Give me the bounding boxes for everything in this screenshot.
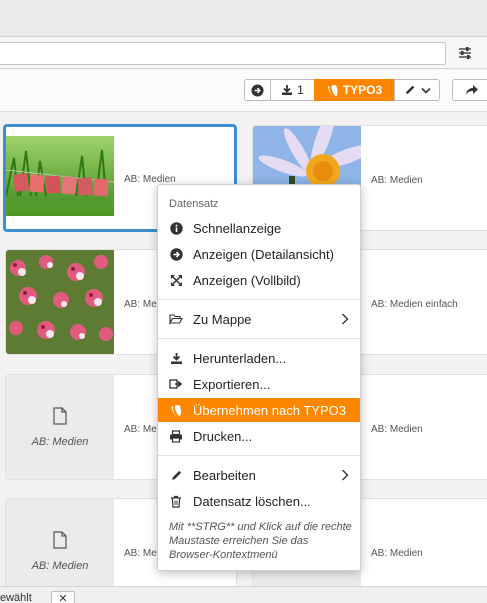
chevron-right-icon [340, 468, 350, 482]
file-icon [53, 530, 67, 552]
pencil-icon [404, 84, 416, 96]
menu-separator [158, 338, 360, 339]
menu-separator [158, 455, 360, 456]
context-menu-hint: Mit **STRG** und Klick auf die rechte Ma… [169, 521, 352, 561]
menu-item-print[interactable]: Drucken... [158, 424, 360, 448]
menu-item-delete[interactable]: Datensatz löschen... [158, 489, 360, 513]
thumbnail-placeholder: AB: Medien [6, 375, 114, 479]
menu-item-label: Anzeigen (Detailansicht) [193, 246, 334, 262]
menu-item-quick-view[interactable]: Schnellanzeige [158, 216, 360, 240]
thumbnail-label: AB: Medien [31, 435, 89, 448]
thumbnail-sommer [6, 136, 115, 216]
selection-status-text: ewählt [0, 592, 32, 603]
filter-bar [0, 38, 487, 69]
card-label: AB: Medien einfach [371, 299, 458, 310]
menu-item-label: Bearbeiten [193, 467, 256, 483]
menu-item-label: Zu Mappe [193, 311, 252, 327]
typo3-button[interactable]: TYPO3 [314, 79, 395, 101]
menu-item-export[interactable]: Exportieren... [158, 372, 360, 396]
sliders-icon[interactable] [455, 44, 475, 62]
menu-item-label: Anzeigen (Vollbild) [193, 272, 301, 288]
arrow-circle-right-icon [251, 83, 264, 97]
menu-item-label: Datensatz löschen... [193, 493, 311, 509]
filter-input[interactable] [0, 42, 446, 65]
selection-status-bar: ewählt ✕ [0, 586, 487, 603]
info-circle-icon [169, 221, 183, 235]
download-button[interactable]: 1 [270, 79, 315, 101]
download-icon [169, 351, 183, 365]
card-label: AB: Medien [371, 175, 423, 186]
file-icon [53, 406, 67, 428]
printer-icon [169, 429, 183, 443]
clear-selection-button[interactable]: ✕ [51, 591, 75, 603]
folder-open-icon [169, 312, 183, 326]
top-bar [0, 0, 487, 37]
thumbnail-flowers [6, 250, 114, 354]
menu-item-label: Übernehmen nach TYPO3 [193, 402, 346, 418]
card-label: AB: Medien [371, 548, 423, 559]
card-label: AB: Medien [371, 424, 423, 435]
menu-item-label: Exportieren... [193, 376, 271, 392]
navigate-button[interactable] [244, 79, 271, 101]
chevron-down-icon [420, 87, 431, 94]
arrow-circle-right-icon [169, 247, 183, 261]
trash-icon [169, 494, 183, 508]
menu-item-label: Drucken... [193, 428, 253, 444]
menu-item-transfer-typo3[interactable]: Übernehmen nach TYPO3 [158, 398, 360, 422]
menu-item-to-folder[interactable]: Zu Mappe [158, 307, 360, 331]
menu-item-edit[interactable]: Bearbeiten [158, 463, 360, 487]
expand-icon [169, 273, 183, 287]
menu-separator [158, 299, 360, 300]
share-arrow-icon [465, 84, 479, 96]
share-button[interactable] [452, 79, 487, 101]
edit-dropdown-button[interactable] [394, 79, 440, 101]
context-menu-header: Datensatz [169, 198, 219, 210]
typo3-logo-icon [327, 84, 338, 97]
download-icon [281, 84, 293, 96]
chevron-right-icon [340, 312, 350, 326]
pencil-icon [169, 468, 183, 482]
menu-item-detail-view[interactable]: Anzeigen (Detailansicht) [158, 242, 360, 266]
download-count: 1 [297, 83, 304, 97]
typo3-logo-icon [169, 403, 183, 417]
thumbnail-label: AB: Medien [31, 559, 89, 572]
menu-item-label: Herunterladen... [193, 350, 287, 366]
menu-item-download[interactable]: Herunterladen... [158, 346, 360, 370]
typo3-button-label: TYPO3 [342, 83, 383, 97]
menu-item-label: Schnellanzeige [193, 220, 282, 236]
export-icon [169, 377, 183, 391]
context-menu: Datensatz Schnellanzeige Anzeigen (Detai… [157, 184, 361, 571]
menu-item-fullscreen[interactable]: Anzeigen (Vollbild) [158, 268, 360, 292]
